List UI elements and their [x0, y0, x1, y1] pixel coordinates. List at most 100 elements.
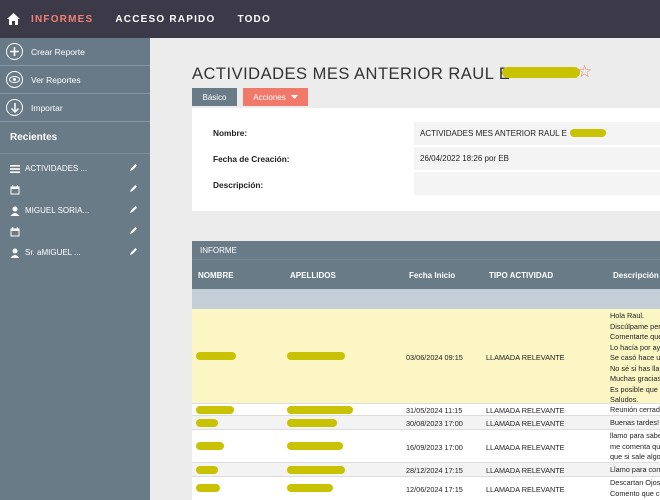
sidebar-actions: Crear Reporte Ver Reportes Importar — [0, 38, 150, 122]
desc-line: Se casó hace un — [610, 353, 660, 362]
cell-fecha: 16/09/2023 17:00 — [406, 443, 463, 452]
cell-descripcion: Hola Raul. Discúlpame per Comentarte que… — [610, 311, 660, 406]
fecha-value-text: 26/04/2022 18:26 por EB — [420, 154, 509, 163]
redaction — [502, 67, 580, 78]
col-apellidos[interactable]: APELLIDOS — [290, 271, 336, 280]
redaction — [287, 484, 333, 492]
table-row[interactable]: 31/05/2024 11:15 LLAMADA RELEVANTE Reuni… — [192, 404, 660, 416]
redaction — [287, 419, 337, 427]
redaction — [196, 352, 236, 360]
table-row[interactable]: 30/08/2023 17:00 LLAMADA RELEVANTE Buena… — [192, 416, 660, 430]
descripcion-label: Descripción: — [213, 180, 264, 190]
nav-informes[interactable]: INFORMES — [31, 14, 93, 25]
person-icon — [10, 206, 20, 216]
redaction — [570, 129, 606, 137]
create-report-button[interactable]: Crear Reporte — [0, 38, 150, 66]
report-heading: INFORME — [192, 241, 660, 259]
import-button[interactable]: Importar — [0, 94, 150, 122]
nav-todo[interactable]: TODO — [237, 14, 271, 25]
person-icon — [10, 248, 20, 258]
desc-line: Buenas tardes! — [610, 418, 660, 427]
table-row[interactable]: 12/06/2024 17:15 LLAMADA RELEVANTE Desca… — [192, 477, 660, 500]
desc-line: Llamo para com — [610, 465, 660, 474]
redaction — [196, 466, 218, 474]
actions-dropdown[interactable]: Acciones — [243, 88, 308, 106]
cell-tipo: LLAMADA RELEVANTE — [486, 485, 565, 494]
cell-fecha: 03/06/2024 09:15 — [406, 353, 463, 362]
cell-descripcion: Llamo para com — [610, 465, 660, 476]
cell-descripcion: Reunión cerrad — [610, 405, 660, 416]
nombre-label: Nombre: — [213, 128, 248, 138]
pencil-icon[interactable] — [129, 163, 138, 172]
desc-line: Reunión cerrad — [610, 405, 660, 414]
report-table: INFORME NOMBRE APELLIDOS Fecha Inicio TI… — [192, 241, 660, 500]
fecha-label: Fecha de Creación: — [213, 154, 290, 164]
redaction — [287, 466, 345, 474]
col-descripcion[interactable]: Descripción — [613, 271, 659, 280]
cell-fecha: 12/06/2024 17:15 — [406, 485, 463, 494]
arrow-down-icon — [6, 99, 23, 116]
actions-label: Acciones — [253, 92, 286, 102]
nombre-value-text: ACTIVIDADES MES ANTERIOR RAUL E — [420, 129, 567, 138]
desc-line: Es posible que s — [610, 384, 660, 394]
list-icon — [10, 164, 20, 173]
recent-item[interactable]: ACTIVIDADES ... — [0, 158, 150, 179]
favorite-star-icon[interactable]: ☆ — [577, 62, 592, 82]
cell-tipo: LLAMADA RELEVANTE — [486, 419, 565, 428]
desc-line: Descartan Ojos — [610, 478, 660, 487]
col-tipo-actividad[interactable]: TIPO ACTIVIDAD — [489, 271, 553, 280]
create-report-label: Crear Reporte — [31, 46, 85, 57]
redaction — [196, 484, 220, 492]
pencil-icon[interactable] — [129, 205, 138, 214]
desc-line: Lo hacía por ayu — [610, 342, 660, 352]
cell-descripcion: Descartan Ojos Comento que cu — [610, 478, 660, 499]
desc-line: Discúlpame per — [610, 321, 660, 331]
main-content: ACTIVIDADES MES ANTERIOR RAUL E ☆ Básico… — [150, 38, 660, 500]
eye-icon — [6, 71, 23, 88]
calendar-icon — [10, 226, 20, 236]
recent-item[interactable]: MIGUEL SORIA... — [0, 200, 150, 221]
redaction — [287, 352, 345, 360]
table-spacer-row — [192, 289, 660, 309]
cell-fecha: 31/05/2024 11:15 — [406, 406, 463, 415]
caret-down-icon — [290, 95, 298, 99]
cell-tipo: LLAMADA RELEVANTE — [486, 353, 565, 362]
home-icon[interactable] — [2, 0, 24, 38]
pencil-icon[interactable] — [129, 247, 138, 256]
calendar-icon — [10, 184, 20, 194]
descripcion-value — [414, 172, 660, 195]
plus-icon — [6, 43, 23, 60]
table-row[interactable]: 03/06/2024 09:15 LLAMADA RELEVANTE Hola … — [192, 309, 660, 404]
desc-line: Comentarte que — [610, 332, 660, 341]
redaction — [287, 406, 353, 414]
col-fecha-inicio[interactable]: Fecha Inicio — [409, 271, 455, 280]
desc-line: me comenta qu — [610, 441, 660, 451]
recent-item[interactable]: Sr. aMIGUEL ... — [0, 242, 150, 263]
redaction — [196, 442, 224, 450]
view-reports-button[interactable]: Ver Reportes — [0, 66, 150, 94]
view-reports-label: Ver Reportes — [31, 74, 81, 85]
pencil-icon[interactable] — [129, 226, 138, 235]
report-details: Nombre: ACTIVIDADES MES ANTERIOR RAUL E … — [192, 108, 660, 211]
redaction — [196, 406, 234, 414]
tab-basic[interactable]: Básico — [192, 88, 237, 106]
recent-item-label: ACTIVIDADES ... — [25, 164, 88, 173]
recent-item-label: MIGUEL SORIA... — [25, 206, 90, 215]
nav-acceso-rapido[interactable]: ACCESO RAPIDO — [115, 14, 215, 25]
recent-item-label: Sr. aMIGUEL ... — [25, 248, 81, 257]
page-title: ACTIVIDADES MES ANTERIOR RAUL E — [192, 65, 511, 83]
table-row[interactable]: 16/09/2023 17:00 LLAMADA RELEVANTE llamo… — [192, 430, 660, 463]
col-nombre[interactable]: NOMBRE — [198, 271, 234, 280]
import-label: Importar — [31, 102, 63, 113]
table-row[interactable]: 28/12/2024 17:15 LLAMADA RELEVANTE Llamo… — [192, 463, 660, 477]
desc-line: Muchas gracias — [610, 374, 660, 383]
sidebar: Crear Reporte Ver Reportes Importar Reci… — [0, 38, 150, 500]
table-header: NOMBRE APELLIDOS Fecha Inicio TIPO ACTIV… — [192, 259, 660, 289]
cell-descripcion: Buenas tardes! — [610, 418, 659, 429]
desc-line: Comento que cu — [610, 488, 660, 498]
recent-item[interactable] — [0, 179, 150, 200]
recent-item[interactable] — [0, 221, 150, 242]
pencil-icon[interactable] — [129, 184, 138, 193]
desc-line: que si sale algo — [610, 452, 660, 461]
redaction — [196, 419, 218, 427]
